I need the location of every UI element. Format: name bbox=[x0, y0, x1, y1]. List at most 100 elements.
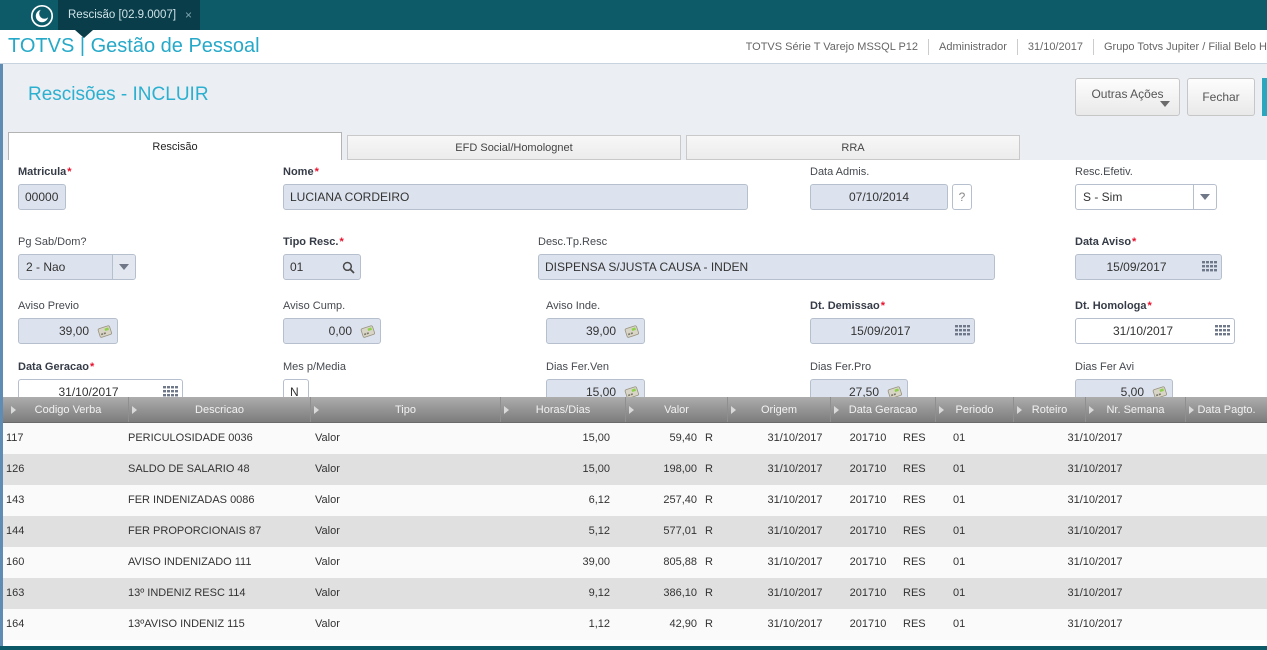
grid-cell[interactable]: FER INDENIZADAS 0086 bbox=[128, 485, 308, 516]
grid-cell[interactable]: 01 bbox=[953, 609, 997, 640]
grid-cell[interactable]: 163 bbox=[6, 578, 116, 609]
resc-efetiv-select[interactable]: S - Sim bbox=[1075, 184, 1217, 210]
dias-fer-avi-field[interactable] bbox=[1075, 379, 1173, 397]
calendar-icon[interactable] bbox=[158, 380, 182, 397]
grid-cell[interactable]: 201710 bbox=[828, 578, 908, 609]
aviso-cump-input[interactable] bbox=[284, 319, 356, 343]
data-admis-input[interactable] bbox=[811, 185, 947, 209]
aviso-inde-input[interactable] bbox=[547, 319, 620, 343]
grid-cell[interactable]: SALDO DE SALARIO 48 bbox=[128, 454, 308, 485]
grid-cell[interactable]: 31/10/2017 bbox=[1040, 516, 1150, 547]
calculator-icon[interactable] bbox=[1148, 380, 1172, 397]
grid-cell[interactable]: 31/10/2017 bbox=[1040, 454, 1150, 485]
grid-cell[interactable]: RES bbox=[903, 516, 955, 547]
aviso-cump-field[interactable] bbox=[283, 318, 381, 344]
grid-cell[interactable]: 143 bbox=[6, 485, 116, 516]
dt-demissao-field[interactable] bbox=[810, 318, 975, 344]
grid-cell[interactable]: 257,40 bbox=[590, 485, 697, 516]
outras-acoes-button[interactable]: Outras Ações bbox=[1075, 78, 1180, 116]
grid-column-header[interactable]: Data Pagto. bbox=[1185, 397, 1267, 422]
grid-cell[interactable]: R bbox=[705, 578, 745, 609]
grid-cell[interactable]: 386,10 bbox=[590, 578, 697, 609]
grid-cell[interactable]: R bbox=[705, 609, 745, 640]
grid-cell[interactable]: R bbox=[705, 547, 745, 578]
grid-cell[interactable]: 42,90 bbox=[590, 609, 697, 640]
table-row[interactable]: 117 PERICULOSIDADE 0036 Valor 15,00 59,40 R 31… bbox=[0, 423, 1267, 454]
grid-cell[interactable]: 201710 bbox=[828, 454, 908, 485]
grid-cell[interactable]: R bbox=[705, 454, 745, 485]
grid-cell[interactable]: 01 bbox=[953, 516, 997, 547]
grid-cell[interactable]: R bbox=[705, 516, 745, 547]
table-row[interactable]: 126 SALDO DE SALARIO 48 Valor 15,00 198,00 R 3… bbox=[0, 454, 1267, 485]
grid-cell[interactable]: 198,00 bbox=[590, 454, 697, 485]
fechar-button[interactable]: Fechar bbox=[1187, 78, 1255, 116]
table-row[interactable]: 160 AVISO INDENIZADO 111 Valor 39,00 805,88 R… bbox=[0, 547, 1267, 578]
grid-column-header[interactable]: Descricao bbox=[128, 397, 310, 422]
grid-cell[interactable]: R bbox=[705, 485, 745, 516]
aviso-previo-input[interactable] bbox=[19, 319, 93, 343]
table-row[interactable]: 143 FER INDENIZADAS 0086 Valor 6,12 257,40 R 3… bbox=[0, 485, 1267, 516]
desc-tp-resc-input[interactable] bbox=[539, 255, 994, 279]
matricula-input[interactable] bbox=[19, 185, 65, 209]
calculator-icon[interactable] bbox=[93, 319, 117, 343]
grid-cell[interactable]: 01 bbox=[953, 423, 997, 454]
tipo-resc-input[interactable] bbox=[284, 255, 336, 279]
grid-cell[interactable]: 13ºAVISO INDENIZ 115 bbox=[128, 609, 308, 640]
grid-cell[interactable]: AVISO INDENIZADO 111 bbox=[128, 547, 308, 578]
grid-column-header[interactable]: Valor bbox=[625, 397, 727, 422]
grid-column-header[interactable]: Nr. Semana bbox=[1085, 397, 1185, 422]
tab-rra[interactable]: RRA bbox=[686, 135, 1020, 160]
window-tab-rescisao[interactable]: Rescisão [02.9.0007] × bbox=[58, 0, 200, 30]
grid-cell[interactable]: 201710 bbox=[828, 516, 908, 547]
matricula-field[interactable] bbox=[18, 184, 66, 210]
grid-column-header[interactable]: Periodo bbox=[935, 397, 1013, 422]
data-admis-field[interactable] bbox=[810, 184, 948, 210]
grid-cell[interactable]: 577,01 bbox=[590, 516, 697, 547]
grid-cell[interactable]: 31/10/2017 bbox=[1040, 547, 1150, 578]
grid-column-header[interactable]: Tipo bbox=[310, 397, 500, 422]
grid-cell[interactable]: PERICULOSIDADE 0036 bbox=[128, 423, 308, 454]
grid-cell[interactable]: 59,40 bbox=[590, 423, 697, 454]
mes-media-field[interactable] bbox=[283, 379, 309, 397]
table-row[interactable]: 144 FER PROPORCIONAIS 87 Valor 5,12 577,01 R 3… bbox=[0, 516, 1267, 547]
grid-cell[interactable]: 31/10/2017 bbox=[1040, 485, 1150, 516]
search-icon[interactable] bbox=[336, 255, 360, 279]
grid-cell[interactable]: 805,88 bbox=[590, 547, 697, 578]
data-aviso-input[interactable] bbox=[1076, 255, 1197, 279]
grid-cell[interactable]: 31/10/2017 bbox=[1040, 578, 1150, 609]
grid-cell[interactable]: Valor bbox=[315, 516, 445, 547]
grid-cell[interactable]: 201710 bbox=[828, 547, 908, 578]
grid-cell[interactable]: 160 bbox=[6, 547, 116, 578]
grid-cell[interactable]: 01 bbox=[953, 578, 997, 609]
grid-cell[interactable]: 31/10/2017 bbox=[1040, 423, 1150, 454]
calculator-icon[interactable] bbox=[620, 319, 644, 343]
grid-column-header[interactable]: Codigo Verba bbox=[8, 397, 128, 422]
tab-rescisao[interactable]: Rescisão bbox=[8, 132, 342, 160]
dropdown-arrow-icon[interactable] bbox=[112, 255, 135, 279]
table-row[interactable]: 164 13ºAVISO INDENIZ 115 Valor 1,12 42,90 R 31… bbox=[0, 609, 1267, 640]
grid-cell[interactable]: RES bbox=[903, 485, 955, 516]
grid-cell[interactable]: 01 bbox=[953, 454, 997, 485]
data-geracao-field[interactable] bbox=[18, 379, 183, 397]
dropdown-arrow-icon[interactable] bbox=[1193, 185, 1216, 209]
grid-cell[interactable]: RES bbox=[903, 454, 955, 485]
grid-cell[interactable]: 117 bbox=[6, 423, 116, 454]
dias-fer-ven-input[interactable] bbox=[547, 380, 620, 397]
grid-cell[interactable]: 01 bbox=[953, 547, 997, 578]
calculator-icon[interactable] bbox=[356, 319, 380, 343]
grid-cell[interactable]: RES bbox=[903, 578, 955, 609]
tab-efd-social-homolognet[interactable]: EFD Social/Homolognet bbox=[347, 135, 681, 160]
grid-cell[interactable]: RES bbox=[903, 423, 955, 454]
desc-tp-resc-field[interactable] bbox=[538, 254, 995, 280]
help-button[interactable]: ? bbox=[952, 184, 972, 210]
grid-cell[interactable]: 201710 bbox=[828, 609, 908, 640]
dias-fer-pro-field[interactable] bbox=[810, 379, 908, 397]
data-geracao-input[interactable] bbox=[19, 380, 158, 397]
dias-fer-avi-input[interactable] bbox=[1076, 380, 1148, 397]
calendar-icon[interactable] bbox=[1210, 319, 1234, 343]
calendar-icon[interactable] bbox=[950, 319, 974, 343]
dt-demissao-input[interactable] bbox=[811, 319, 950, 343]
grid-column-header[interactable]: Roteiro bbox=[1013, 397, 1085, 422]
grid-column-header[interactable]: Horas/Dias bbox=[500, 397, 625, 422]
mes-media-input[interactable] bbox=[284, 380, 308, 397]
